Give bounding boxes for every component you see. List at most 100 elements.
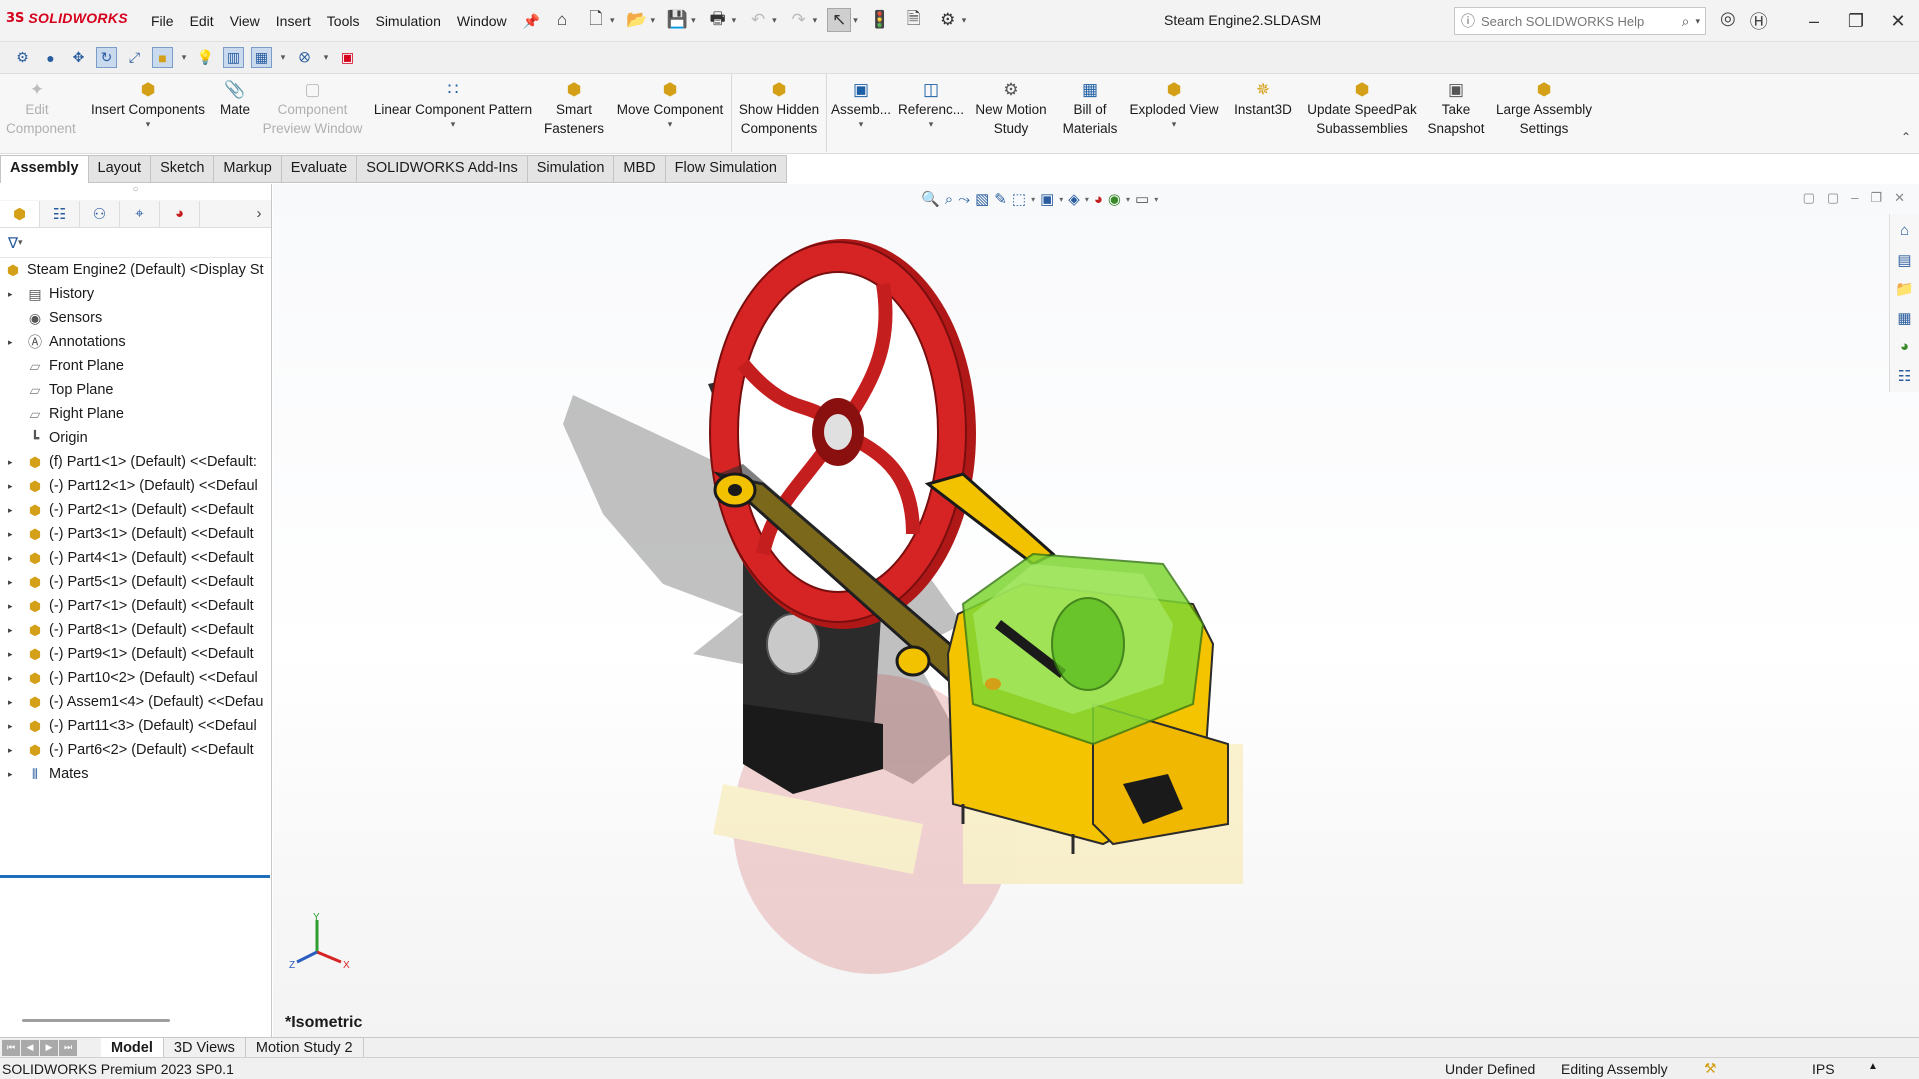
tab-3d-views[interactable]: 3D Views	[164, 1037, 246, 1058]
expand-arrow-icon[interactable]: ▸	[8, 282, 18, 306]
tree-item-assem1[interactable]: ▸ ⬢ (-) Assem1<4> (Default) <<Defau	[0, 690, 271, 714]
dropdown-icon[interactable]: ▾	[1031, 195, 1035, 204]
help-search-box[interactable]: ⓘ Search SOLIDWORKS Help ⌕ ▾	[1454, 7, 1706, 35]
restore-icon[interactable]: ❐	[1835, 0, 1877, 42]
dynamic-annotation-icon[interactable]: ✎	[994, 190, 1007, 208]
menu-simulation[interactable]: Simulation	[367, 11, 448, 32]
hide-show-items-icon[interactable]: ◈	[1068, 190, 1080, 208]
tab-mbd[interactable]: MBD	[614, 155, 666, 183]
update-speedpak-button[interactable]: ⬢ Update SpeedPak Subassemblies	[1304, 78, 1420, 138]
tree-item-front-plane[interactable]: ▱ Front Plane	[0, 354, 271, 378]
instant3d-button[interactable]: ✵ Instant3D	[1224, 78, 1302, 119]
globe-icon[interactable]: ●	[40, 47, 61, 68]
tree-rollback-bar[interactable]	[0, 875, 270, 878]
pin-icon[interactable]: 📌	[515, 11, 548, 32]
units-dropdown-icon[interactable]: ▲	[1868, 1061, 1878, 1072]
open-dropdown-icon[interactable]: ▾	[651, 15, 656, 26]
bill-of-materials-button[interactable]: ▦ Bill of Materials	[1056, 78, 1124, 138]
tab-evaluate[interactable]: Evaluate	[281, 155, 358, 183]
solidworks-logo[interactable]: 3S SOLIDWORKS	[6, 10, 128, 26]
expand-arrow-icon[interactable]: ▸	[8, 690, 18, 714]
large-assembly-settings-button[interactable]: ⬢ Large Assembly Settings	[1492, 78, 1596, 138]
zoom-fit-icon[interactable]: ⤢	[124, 47, 145, 68]
expand-arrow-icon[interactable]: ▸	[8, 330, 18, 354]
collapse-ribbon-icon[interactable]: ⌃	[1901, 130, 1911, 144]
expand-arrow-icon[interactable]: ▸	[8, 498, 18, 522]
expand-arrow-icon[interactable]: ▸	[8, 666, 18, 690]
appearance-icon[interactable]: ■	[152, 47, 173, 68]
rebuild-icon[interactable]: ⚙	[12, 47, 33, 68]
undo-dropdown-icon[interactable]: ▾	[772, 15, 777, 26]
expand-arrow-icon[interactable]: ▸	[8, 618, 18, 642]
minimize-icon[interactable]: –	[1793, 0, 1835, 42]
tree-item-mates[interactable]: ▸ ⫴ Mates	[0, 762, 271, 786]
viewport-minimize-icon[interactable]: –	[1851, 190, 1858, 206]
viewport-close-icon[interactable]: ✕	[1894, 190, 1905, 206]
reference-geometry-button[interactable]: ◫ Referenc... ▾	[896, 78, 966, 129]
edit-component-button[interactable]: ✦ Edit Component	[6, 78, 76, 138]
tree-item-top-plane[interactable]: ▱ Top Plane	[0, 378, 271, 402]
menu-edit[interactable]: Edit	[182, 11, 222, 32]
file-properties-icon[interactable]: 🗎	[902, 8, 926, 32]
redo-icon[interactable]: ↷	[787, 8, 811, 32]
redo-dropdown-icon[interactable]: ▾	[813, 15, 818, 26]
insert-components-button[interactable]: ⬢ Insert Components ▾	[78, 78, 218, 129]
expand-arrow-icon[interactable]: ▸	[8, 450, 18, 474]
show-hidden-components-button[interactable]: ⬢ Show Hidden Components	[734, 78, 824, 138]
expand-arrow-icon[interactable]: ▸	[8, 594, 18, 618]
expand-arrow-icon[interactable]: ▸	[8, 738, 18, 762]
expand-arrow-icon[interactable]: ▸	[8, 522, 18, 546]
rotate-view-icon[interactable]: ↻	[96, 47, 117, 68]
take-snapshot-button[interactable]: ▣ Take Snapshot	[1422, 78, 1490, 138]
dropdown-arrow-icon[interactable]: ▾	[78, 119, 218, 129]
rebuild-status-icon[interactable]: ⚒	[1704, 1060, 1717, 1077]
filter-dropdown-icon[interactable]: ▾	[18, 237, 23, 248]
menu-tools[interactable]: Tools	[319, 11, 368, 32]
menu-view[interactable]: View	[222, 11, 268, 32]
new-dropdown-icon[interactable]: ▾	[610, 15, 615, 26]
dropdown-arrow-icon[interactable]: ▾	[896, 119, 966, 129]
record-icon[interactable]: ▣	[337, 47, 358, 68]
dropdown-icon[interactable]: ▾	[322, 47, 330, 68]
home-icon[interactable]: ⌂	[550, 8, 574, 32]
units-selector[interactable]: IPS	[1812, 1061, 1835, 1077]
graphics-area[interactable]: 🔍 ⌕ ⤳ ▧ ✎ ⬚ ▾ ▣ ▾ ◈ ▾ ◕ ◉ ▾ ▭ ▾ ▢ ▢ – ❐ ✕ ⌂ ▤…	[273, 184, 1919, 1037]
dropdown-arrow-icon[interactable]: ▾	[608, 119, 732, 129]
menu-insert[interactable]: Insert	[268, 11, 319, 32]
mate-button[interactable]: 📎 Mate	[212, 78, 258, 119]
search-dropdown-icon[interactable]: ▾	[1695, 16, 1705, 27]
tree-item-part5[interactable]: ▸ ⬢ (-) Part5<1> (Default) <<Default	[0, 570, 271, 594]
tree-item-part6[interactable]: ▸ ⬢ (-) Part6<2> (Default) <<Default	[0, 738, 271, 762]
feature-manager-tab-icon[interactable]: ⬢	[0, 200, 40, 227]
view-settings-icon[interactable]: ▭	[1135, 190, 1149, 208]
expand-arrow-icon[interactable]: ▸	[8, 714, 18, 738]
file-explorer-icon[interactable]: 📁	[1890, 276, 1919, 301]
help-icon[interactable]: Ⓗ	[1750, 8, 1768, 34]
select-cursor-icon[interactable]: ↖	[827, 8, 852, 32]
tree-item-annotations[interactable]: ▸ Ⓐ Annotations	[0, 330, 271, 354]
tree-root-assembly[interactable]: ⬢ Steam Engine2 (Default) <Display St	[0, 258, 271, 282]
tab-flow-simulation[interactable]: Flow Simulation	[665, 155, 787, 183]
new-motion-study-button[interactable]: ⚙ New Motion Study	[968, 78, 1054, 138]
search-icon[interactable]: ⌕	[1682, 13, 1690, 30]
expand-arrow-icon[interactable]: ▸	[8, 570, 18, 594]
edit-appearance-icon[interactable]: ◕	[1094, 191, 1103, 208]
dropdown-icon[interactable]: ▾	[1085, 195, 1089, 204]
solidworks-resources-icon[interactable]: ⌂	[1890, 218, 1919, 243]
property-manager-tab-icon[interactable]: ☷	[40, 200, 80, 227]
dropdown-icon[interactable]: ▾	[279, 47, 287, 68]
open-folder-icon[interactable]: 📂	[625, 8, 649, 32]
light-icon[interactable]: 💡	[195, 47, 216, 68]
configuration-manager-tab-icon[interactable]: ⚇	[80, 200, 120, 227]
first-tab-icon[interactable]: ⏮	[2, 1039, 20, 1056]
undo-icon[interactable]: ↶	[746, 8, 770, 32]
new-document-icon[interactable]: 🗋	[584, 8, 608, 32]
menu-window[interactable]: Window	[449, 11, 515, 32]
tree-item-part8[interactable]: ▸ ⬢ (-) Part8<1> (Default) <<Default	[0, 618, 271, 642]
dropdown-arrow-icon[interactable]: ▾	[368, 119, 538, 129]
design-library-icon[interactable]: ▤	[1890, 247, 1919, 272]
exploded-view-button[interactable]: ⬢ Exploded View ▾	[1126, 78, 1222, 129]
appearances-icon[interactable]: ◕	[1890, 334, 1919, 359]
prev-tab-icon[interactable]: ◀	[21, 1039, 39, 1056]
options-gear-icon[interactable]: ⚙	[936, 8, 960, 32]
